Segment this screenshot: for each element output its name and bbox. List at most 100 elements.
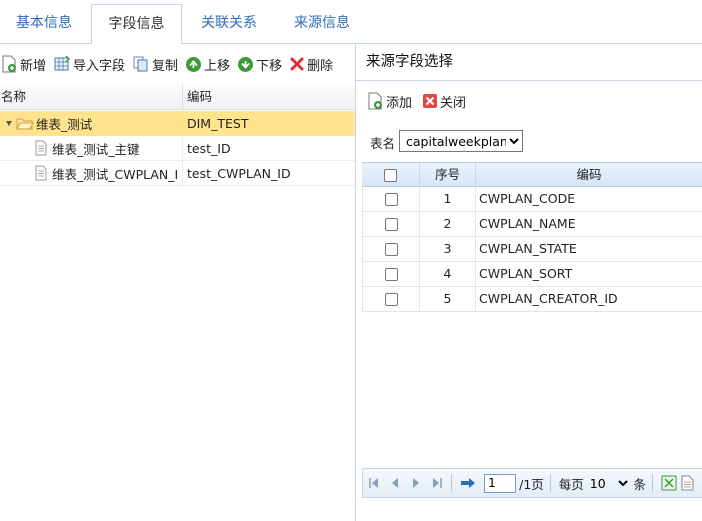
row-checkbox[interactable] bbox=[384, 293, 398, 306]
row-code: CWPLAN_NAME bbox=[476, 212, 702, 236]
page-number-input[interactable] bbox=[484, 473, 517, 493]
row-number: 4 bbox=[420, 262, 476, 286]
close-button[interactable]: 关闭 bbox=[422, 89, 466, 113]
per-page-select[interactable]: 10 bbox=[585, 473, 631, 493]
first-page-icon bbox=[368, 478, 378, 488]
expand-triangle-icon[interactable] bbox=[2, 118, 16, 130]
table-row[interactable]: 2 CWPLAN_NAME bbox=[362, 212, 702, 237]
pager-separator bbox=[451, 474, 453, 492]
prev-page-icon bbox=[391, 478, 398, 488]
next-page-icon bbox=[412, 478, 419, 488]
tree-header: 名称 编码 bbox=[0, 84, 355, 110]
grid-header: 序号 编码 bbox=[362, 162, 702, 187]
row-number: 5 bbox=[420, 287, 476, 311]
import-fields-button[interactable]: 导入字段 bbox=[53, 52, 125, 76]
tree-node-code: test_CWPLAN_ID bbox=[187, 165, 291, 181]
move-up-label: 上移 bbox=[204, 58, 231, 74]
row-code: CWPLAN_STATE bbox=[476, 237, 702, 261]
name-column-header: 名称 bbox=[0, 84, 183, 110]
export-doc-button[interactable] bbox=[681, 475, 694, 491]
row-checkbox[interactable] bbox=[384, 243, 398, 256]
table-row[interactable]: 1 CWPLAN_CODE bbox=[362, 187, 702, 212]
add-source-button[interactable]: 添加 bbox=[366, 89, 412, 113]
import-table-icon bbox=[54, 55, 71, 71]
close-label: 关闭 bbox=[440, 95, 467, 111]
tab-relations[interactable]: 关联关系 bbox=[186, 4, 272, 44]
tree-node-name: 维表_测试_CWPLAN_I bbox=[52, 166, 179, 182]
tree-node-name: 维表_测试 bbox=[36, 117, 93, 132]
table-row[interactable]: 4 CWPLAN_SORT bbox=[362, 262, 702, 287]
delete-button[interactable]: 删除 bbox=[289, 52, 333, 76]
move-down-button[interactable]: 下移 bbox=[237, 52, 282, 76]
select-all-checkbox[interactable] bbox=[384, 169, 397, 182]
row-code: CWPLAN_CODE bbox=[476, 187, 702, 211]
arrow-up-icon bbox=[186, 56, 202, 72]
document-icon bbox=[35, 140, 47, 156]
move-up-button[interactable]: 上移 bbox=[185, 52, 230, 76]
copy-icon bbox=[133, 56, 148, 72]
field-panel: 新增 导入字段 复制 上移 下移 删除 名称 编码 维表_测试 DIM_TEST… bbox=[0, 44, 355, 521]
select-all-cell bbox=[362, 163, 420, 187]
field-toolbar: 新增 导入字段 复制 上移 下移 删除 bbox=[0, 44, 355, 84]
tab-source-info[interactable]: 来源信息 bbox=[278, 4, 366, 44]
add-button[interactable]: 新增 bbox=[0, 52, 46, 76]
table-name-label: 表名 bbox=[370, 136, 396, 151]
tree-node-root[interactable]: 维表_测试 DIM_TEST bbox=[0, 111, 355, 136]
add-doc-icon bbox=[368, 92, 382, 110]
first-page-button[interactable] bbox=[367, 475, 380, 491]
per-page-unit: 条 bbox=[633, 476, 647, 492]
import-fields-label: 导入字段 bbox=[73, 58, 126, 74]
document-icon bbox=[681, 475, 694, 491]
row-checkbox[interactable] bbox=[384, 218, 398, 231]
prev-page-button[interactable] bbox=[388, 475, 401, 491]
last-page-icon bbox=[432, 478, 442, 488]
folder-open-icon bbox=[16, 118, 34, 129]
tab-bar: 基本信息 字段信息 关联关系 来源信息 bbox=[0, 0, 702, 45]
row-number: 1 bbox=[420, 187, 476, 211]
total-pages-label: /1页 bbox=[519, 476, 544, 492]
tree-node-code: DIM_TEST bbox=[187, 116, 249, 131]
export-excel-button[interactable] bbox=[661, 475, 677, 491]
tree-node-child[interactable]: 维表_测试_CWPLAN_I test_CWPLAN_ID bbox=[0, 160, 355, 186]
excel-icon bbox=[661, 475, 677, 491]
copy-button[interactable]: 复制 bbox=[132, 52, 178, 76]
add-source-label: 添加 bbox=[386, 95, 413, 111]
table-name-select[interactable]: capitalweekplan bbox=[399, 130, 523, 152]
tree-node-child[interactable]: 维表_测试_主键 test_ID bbox=[0, 135, 355, 161]
delete-label: 删除 bbox=[307, 58, 334, 74]
code-column-header: 编码 bbox=[476, 163, 702, 187]
pager: /1页 每页 10 条 bbox=[362, 468, 702, 498]
tree-node-code: test_ID bbox=[187, 140, 231, 156]
panel-title: 来源字段选择 bbox=[356, 44, 702, 81]
last-page-button[interactable] bbox=[430, 475, 443, 491]
source-field-grid: 序号 编码 1 CWPLAN_CODE 2 CWPLAN_NAME 3 CWPL… bbox=[362, 162, 702, 312]
go-arrow-icon bbox=[461, 478, 476, 488]
no-column-header: 序号 bbox=[420, 163, 476, 187]
per-page-label: 每页 bbox=[558, 476, 584, 492]
table-row[interactable]: 3 CWPLAN_STATE bbox=[362, 237, 702, 262]
copy-label: 复制 bbox=[152, 58, 179, 74]
tab-field-info[interactable]: 字段信息 bbox=[91, 4, 182, 45]
close-icon bbox=[423, 94, 438, 108]
row-number: 3 bbox=[420, 237, 476, 261]
row-checkbox[interactable] bbox=[384, 268, 398, 281]
source-field-panel: 来源字段选择 添加 关闭 表名 capitalweekplan 序号 编码 1 … bbox=[355, 44, 702, 521]
code-column-header: 编码 bbox=[187, 89, 213, 104]
delete-x-icon bbox=[290, 57, 304, 71]
document-icon bbox=[35, 165, 47, 181]
arrow-down-icon bbox=[238, 56, 254, 72]
add-doc-icon bbox=[2, 55, 16, 73]
tree-node-name: 维表_测试_主键 bbox=[52, 141, 140, 157]
add-label: 新增 bbox=[20, 58, 47, 74]
pager-separator bbox=[652, 474, 653, 492]
next-page-button[interactable] bbox=[409, 475, 422, 491]
source-toolbar: 添加 关闭 bbox=[366, 90, 476, 112]
row-number: 2 bbox=[420, 212, 476, 236]
table-row[interactable]: 5 CWPLAN_CREATOR_ID bbox=[362, 287, 702, 312]
pager-separator bbox=[549, 474, 551, 492]
go-page-button[interactable] bbox=[460, 475, 476, 491]
row-checkbox[interactable] bbox=[384, 193, 398, 206]
row-code: CWPLAN_SORT bbox=[476, 262, 702, 286]
row-code: CWPLAN_CREATOR_ID bbox=[476, 287, 702, 311]
tab-basic-info[interactable]: 基本信息 bbox=[0, 4, 88, 44]
